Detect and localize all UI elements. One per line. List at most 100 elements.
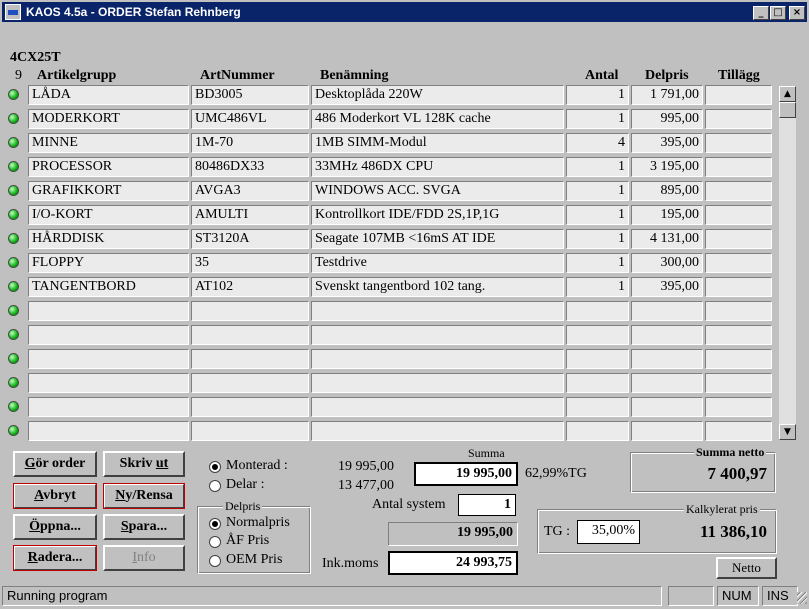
- artikelgrupp-cell[interactable]: TANGENTBORD: [28, 277, 189, 297]
- artikelgrupp-cell[interactable]: MINNE: [28, 133, 189, 153]
- artikelgrupp-cell[interactable]: [28, 421, 189, 441]
- artikelgrupp-cell[interactable]: PROCESSOR: [28, 157, 189, 177]
- delpris-cell[interactable]: 300,00: [631, 253, 703, 273]
- artnummer-cell[interactable]: AMULTI: [191, 205, 309, 225]
- antal-cell[interactable]: [566, 421, 629, 441]
- tillagg-cell[interactable]: [705, 253, 772, 273]
- table-row[interactable]: [0, 299, 809, 323]
- antal-cell[interactable]: 1: [566, 253, 629, 273]
- delar-radio[interactable]: [209, 480, 221, 492]
- antal-cell[interactable]: 1: [566, 229, 629, 249]
- tillagg-cell[interactable]: [705, 301, 772, 321]
- artikelgrupp-cell[interactable]: [28, 301, 189, 321]
- tillagg-cell[interactable]: [705, 157, 772, 177]
- benamning-cell[interactable]: WINDOWS ACC. SVGA: [311, 181, 564, 201]
- benamning-cell[interactable]: [311, 349, 564, 369]
- table-row[interactable]: PROCESSOR 80486DX33 33MHz 486DX CPU 1 3 195,…: [0, 155, 809, 179]
- table-row[interactable]: HÅRDDISK ST3120A Seagate 107MB <16mS AT ID…: [0, 227, 809, 251]
- antal-cell[interactable]: 1: [566, 85, 629, 105]
- tillagg-cell[interactable]: [705, 421, 772, 441]
- artnummer-cell[interactable]: [191, 301, 309, 321]
- table-row[interactable]: [0, 395, 809, 419]
- benamning-cell[interactable]: [311, 301, 564, 321]
- delpris-cell[interactable]: 195,00: [631, 205, 703, 225]
- artnummer-cell[interactable]: 80486DX33: [191, 157, 309, 177]
- tillagg-cell[interactable]: [705, 85, 772, 105]
- table-row[interactable]: TANGENTBORD AT102 Svenskt tangentbord 102 …: [0, 275, 809, 299]
- radera-button[interactable]: Radera...: [13, 545, 97, 571]
- minimize-button[interactable]: _: [753, 6, 769, 20]
- antal-cell[interactable]: [566, 373, 629, 393]
- artikelgrupp-cell[interactable]: I/O-KORT: [28, 205, 189, 225]
- table-row[interactable]: [0, 347, 809, 371]
- delpris-cell[interactable]: [631, 301, 703, 321]
- tillagg-cell[interactable]: [705, 397, 772, 417]
- table-row[interactable]: FLOPPY 35 Testdrive 1 300,00: [0, 251, 809, 275]
- antal-cell[interactable]: 1: [566, 181, 629, 201]
- skriv-ut-button[interactable]: Skriv ut: [103, 451, 185, 477]
- artnummer-cell[interactable]: UMC486VL: [191, 109, 309, 129]
- scroll-up-button[interactable]: ▲: [779, 86, 796, 102]
- antal-cell[interactable]: 1: [566, 157, 629, 177]
- table-scrollbar[interactable]: ▲ ▼: [779, 86, 796, 440]
- af-pris-radio[interactable]: [209, 536, 221, 548]
- title-bar[interactable]: KAOS 4.5a - ORDER Stefan Rehnberg _ □ ×: [2, 2, 807, 22]
- monterad-radio[interactable]: [209, 461, 221, 473]
- oem-pris-radio[interactable]: [209, 555, 221, 567]
- artnummer-cell[interactable]: BD3005: [191, 85, 309, 105]
- gor-order-button[interactable]: Gör order: [13, 451, 97, 477]
- oppna-button[interactable]: Öppna...: [13, 514, 97, 540]
- benamning-cell[interactable]: Kontrollkort IDE/FDD 2S,1P,1G: [311, 205, 564, 225]
- scroll-down-button[interactable]: ▼: [779, 424, 796, 440]
- artikelgrupp-cell[interactable]: HÅRDDISK: [28, 229, 189, 249]
- artnummer-cell[interactable]: [191, 325, 309, 345]
- antal-cell[interactable]: 1: [566, 109, 629, 129]
- artnummer-cell[interactable]: AVGA3: [191, 181, 309, 201]
- artikelgrupp-cell[interactable]: [28, 373, 189, 393]
- tillagg-cell[interactable]: [705, 325, 772, 345]
- artikelgrupp-cell[interactable]: FLOPPY: [28, 253, 189, 273]
- table-row[interactable]: LÅDA BD3005 Desktoplåda 220W 1 1 791,00: [0, 83, 809, 107]
- antal-cell[interactable]: [566, 301, 629, 321]
- delpris-cell[interactable]: [631, 421, 703, 441]
- delpris-cell[interactable]: [631, 397, 703, 417]
- tillagg-cell[interactable]: [705, 181, 772, 201]
- antal-cell[interactable]: [566, 397, 629, 417]
- delpris-cell[interactable]: 895,00: [631, 181, 703, 201]
- kalkylerat-tg-input[interactable]: 35,00%: [577, 520, 640, 544]
- delpris-cell[interactable]: [631, 373, 703, 393]
- benamning-cell[interactable]: Seagate 107MB <16mS AT IDE: [311, 229, 564, 249]
- delpris-cell[interactable]: 3 195,00: [631, 157, 703, 177]
- spara-button[interactable]: Spara...: [103, 514, 185, 540]
- delpris-cell[interactable]: [631, 325, 703, 345]
- artikelgrupp-cell[interactable]: MODERKORT: [28, 109, 189, 129]
- artnummer-cell[interactable]: [191, 373, 309, 393]
- summa-field[interactable]: 19 995,00: [414, 462, 518, 486]
- delpris-cell[interactable]: 395,00: [631, 133, 703, 153]
- table-row[interactable]: MINNE 1M-70 1MB SIMM-Modul 4 395,00: [0, 131, 809, 155]
- tillagg-cell[interactable]: [705, 277, 772, 297]
- benamning-cell[interactable]: 486 Moderkort VL 128K cache: [311, 109, 564, 129]
- delpris-cell[interactable]: 4 131,00: [631, 229, 703, 249]
- artikelgrupp-cell[interactable]: [28, 349, 189, 369]
- antal-cell[interactable]: [566, 325, 629, 345]
- app-icon[interactable]: [5, 4, 21, 20]
- ny-rensa-button[interactable]: Ny/Rensa: [103, 483, 185, 509]
- table-row[interactable]: [0, 419, 809, 443]
- table-row[interactable]: [0, 323, 809, 347]
- artnummer-cell[interactable]: AT102: [191, 277, 309, 297]
- benamning-cell[interactable]: [311, 373, 564, 393]
- artikelgrupp-cell[interactable]: [28, 397, 189, 417]
- antal-cell[interactable]: 4: [566, 133, 629, 153]
- benamning-cell[interactable]: 1MB SIMM-Modul: [311, 133, 564, 153]
- artnummer-cell[interactable]: [191, 421, 309, 441]
- artnummer-cell[interactable]: ST3120A: [191, 229, 309, 249]
- tillagg-cell[interactable]: [705, 229, 772, 249]
- table-row[interactable]: GRAFIKKORT AVGA3 WINDOWS ACC. SVGA 1 895,00: [0, 179, 809, 203]
- delpris-cell[interactable]: [631, 349, 703, 369]
- info-button[interactable]: Info: [103, 545, 185, 571]
- table-row[interactable]: [0, 371, 809, 395]
- antal-system-input[interactable]: 1: [458, 494, 516, 516]
- artikelgrupp-cell[interactable]: GRAFIKKORT: [28, 181, 189, 201]
- artnummer-cell[interactable]: 35: [191, 253, 309, 273]
